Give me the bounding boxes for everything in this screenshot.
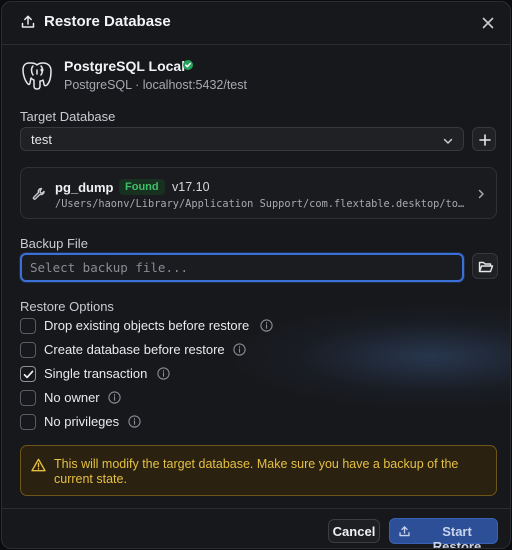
start-restore-button[interactable]: Start Restore	[389, 518, 498, 548]
connection-subtitle: PostgreSQL · localhost:5432/test	[64, 78, 247, 92]
chevron-down-icon	[442, 134, 454, 146]
tool-path: /Users/haonv/Library/Application Support…	[55, 198, 465, 210]
target-database-label: Target Database	[20, 109, 116, 124]
dialog-header: Restore Database	[2, 2, 510, 45]
info-icon[interactable]	[233, 343, 246, 356]
restore-options-label: Restore Options	[20, 299, 114, 314]
target-database-value: test	[31, 132, 52, 147]
option-label: Single transaction	[44, 366, 148, 381]
option-label: Drop existing objects before restore	[44, 318, 250, 333]
backup-file-input[interactable]	[20, 253, 464, 282]
info-icon[interactable]	[128, 415, 141, 428]
upload-icon	[398, 525, 411, 538]
close-icon[interactable]	[480, 15, 496, 31]
browse-file-button[interactable]	[472, 253, 498, 279]
option-no-privileges[interactable]: No privileges	[20, 413, 320, 431]
dialog-title: Restore Database	[44, 13, 171, 30]
drop-existing-checkbox[interactable]	[20, 318, 36, 334]
no-owner-checkbox[interactable]	[20, 390, 36, 406]
tool-name: pg_dump	[55, 180, 114, 195]
warning-triangle-icon	[31, 458, 46, 472]
tool-version: v17.10	[172, 180, 210, 194]
check-circle-icon	[183, 60, 193, 70]
upload-icon	[20, 14, 36, 30]
option-no-owner[interactable]: No owner	[20, 389, 320, 407]
cancel-button[interactable]: Cancel	[328, 519, 380, 543]
warning-banner: This will modify the target database. Ma…	[20, 445, 497, 496]
tool-status-badge: Found	[119, 179, 165, 195]
backup-file-label: Backup File	[20, 236, 88, 251]
option-label: No owner	[44, 390, 100, 405]
add-database-button[interactable]	[472, 127, 496, 151]
warning-text: This will modify the target database. Ma…	[54, 457, 459, 486]
option-single-transaction[interactable]: Single transaction	[20, 365, 320, 383]
info-icon[interactable]	[260, 319, 273, 332]
option-label: Create database before restore	[44, 342, 225, 357]
target-database-select[interactable]: test	[20, 127, 464, 151]
single-transaction-checkbox[interactable]	[20, 366, 36, 382]
restore-database-dialog: Restore Database PostgreSQL Local Postgr…	[1, 1, 511, 549]
option-label: No privileges	[44, 414, 120, 429]
create-database-checkbox[interactable]	[20, 342, 36, 358]
dialog-footer: Cancel Start Restore	[2, 508, 510, 548]
no-privileges-checkbox[interactable]	[20, 414, 36, 430]
checkmark-icon	[23, 370, 34, 379]
connection-info: PostgreSQL Local PostgreSQL · localhost:…	[20, 56, 490, 96]
connection-name: PostgreSQL Local	[64, 58, 186, 74]
info-icon[interactable]	[108, 391, 121, 404]
postgresql-elephant-icon	[20, 58, 54, 92]
pg-dump-tool-card[interactable]: pg_dump Found v17.10 /Users/haonv/Librar…	[20, 167, 497, 219]
wrench-icon	[32, 187, 46, 201]
chevron-right-icon	[476, 187, 486, 199]
option-create-database[interactable]: Create database before restore	[20, 341, 320, 359]
info-icon[interactable]	[157, 367, 170, 380]
option-drop-existing[interactable]: Drop existing objects before restore	[20, 317, 320, 335]
start-restore-label: Start Restore	[432, 524, 482, 549]
